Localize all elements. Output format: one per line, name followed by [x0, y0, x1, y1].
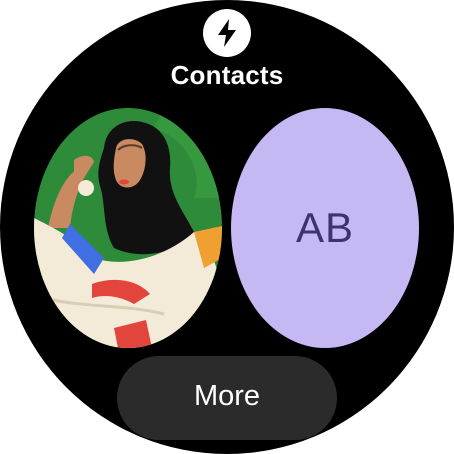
illustrated-portrait-avatar: [34, 108, 222, 348]
contact-tile-photo[interactable]: [34, 108, 222, 348]
lightning-bolt-icon: [203, 9, 251, 57]
contact-tile-initials[interactable]: AB: [231, 108, 419, 348]
lightning-bolt-glyph: [218, 19, 236, 47]
contact-initials-label: AB: [295, 204, 355, 251]
more-button[interactable]: More: [117, 356, 337, 440]
more-button-label: More: [193, 380, 261, 412]
watch-screen: Contacts AB More: [0, 0, 454, 454]
page-title: Contacts: [170, 60, 284, 90]
